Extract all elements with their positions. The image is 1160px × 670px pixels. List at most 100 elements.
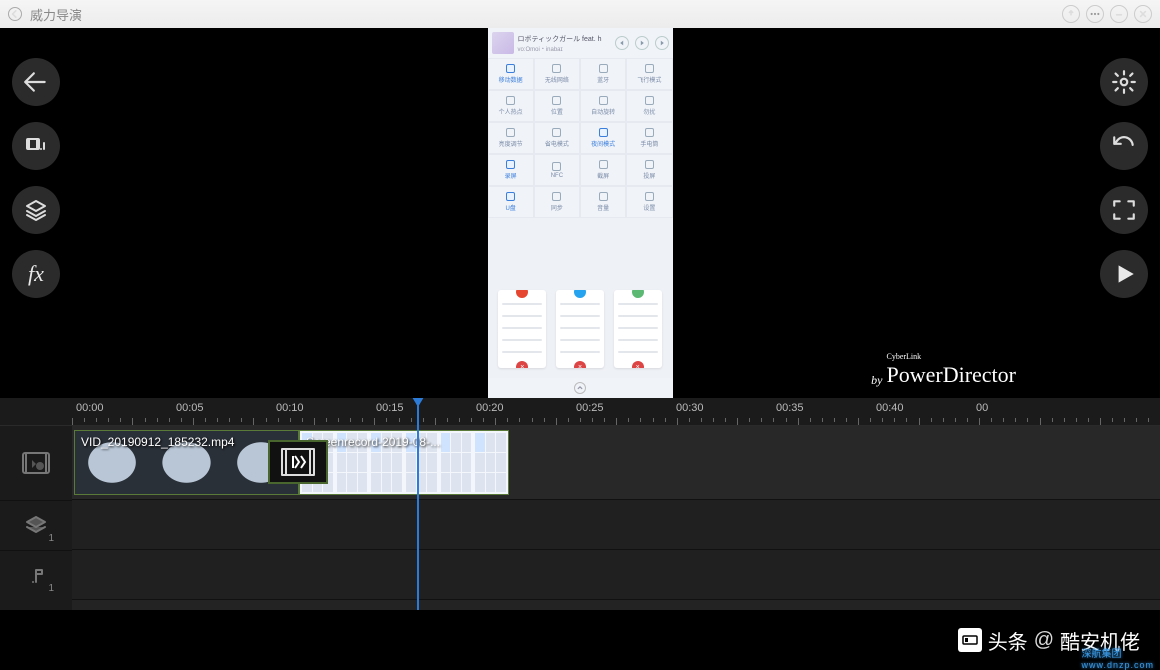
ruler-tick-label: 00:40 <box>876 402 904 414</box>
tile-icon <box>599 128 608 137</box>
quick-tile: U盘 <box>488 186 534 218</box>
tile-icon <box>552 192 561 201</box>
overlay-track-label[interactable]: 1 <box>0 500 72 550</box>
window-more-button[interactable] <box>1086 5 1104 23</box>
tile-label: 自动旋转 <box>591 107 615 116</box>
quick-tile: 设置 <box>626 186 672 218</box>
quick-tile: NFC <box>534 154 580 186</box>
prev-track-icon <box>615 36 629 50</box>
quick-tile: 位置 <box>534 90 580 122</box>
tile-label: 夜间模式 <box>591 139 615 148</box>
tile-label: 移动数据 <box>499 75 523 84</box>
tile-icon <box>645 96 654 105</box>
quick-tile: 同步 <box>534 186 580 218</box>
quick-tile: 手电筒 <box>626 122 672 154</box>
tile-icon <box>552 162 561 171</box>
timeline-clip[interactable]: VID_20190912_185232.mp4 <box>74 430 299 495</box>
quick-tile: 录屏 <box>488 154 534 186</box>
tile-icon <box>506 64 515 73</box>
tile-icon <box>645 128 654 137</box>
tile-label: 截屏 <box>597 171 609 180</box>
track-labels: 1 1 <box>0 398 72 610</box>
quick-tile: 截屏 <box>580 154 626 186</box>
settings-button[interactable] <box>1100 58 1148 106</box>
timeline-tracks[interactable]: 00:0000:0500:1000:1500:2000:2500:3000:35… <box>72 398 1160 610</box>
video-preview[interactable]: ロボティックガール feat. h vo:Omoi・inabaɪ 移动数据无线网… <box>72 28 1088 398</box>
tile-label: 设置 <box>643 203 655 212</box>
quick-tile: 移动数据 <box>488 58 534 90</box>
album-art-icon <box>492 32 514 54</box>
recent-app-card: × <box>498 290 546 368</box>
ruler-tick-label: 00:20 <box>476 402 504 414</box>
tile-icon <box>599 96 608 105</box>
quick-tile: 自动旋转 <box>580 90 626 122</box>
window-title: 威力导演 <box>30 5 1056 24</box>
video-track[interactable]: VID_20190912_185232.mp4Screenrecord-2019… <box>72 426 1160 500</box>
tile-label: 手电筒 <box>640 139 658 148</box>
window-pin-button[interactable] <box>1062 5 1080 23</box>
undo-button[interactable] <box>1100 122 1148 170</box>
recent-app-card: × <box>556 290 604 368</box>
back-button[interactable] <box>12 58 60 106</box>
window-minimize-button[interactable] <box>1110 5 1128 23</box>
right-toolbar <box>1088 28 1160 398</box>
tile-label: 音量 <box>597 203 609 212</box>
preview-frame-phone: ロボティックガール feat. h vo:Omoi・inabaɪ 移动数据无线网… <box>488 28 673 398</box>
quick-tile: 亮度调节 <box>488 122 534 154</box>
quick-tile: 夜间模式 <box>580 122 626 154</box>
tile-label: 投屏 <box>643 171 655 180</box>
quick-tile: 音量 <box>580 186 626 218</box>
quick-tile: 省电模式 <box>534 122 580 154</box>
toutiao-logo-icon <box>958 628 982 652</box>
tile-icon <box>645 192 654 201</box>
video-track-label[interactable] <box>0 426 72 500</box>
play-button[interactable] <box>1100 250 1148 298</box>
timeline-panel: 1 1 00:0000:0500:1000:1500:2000:2500:300… <box>0 398 1160 610</box>
tile-label: 亮度调节 <box>499 139 523 148</box>
window-close-button[interactable] <box>1134 5 1152 23</box>
tile-icon <box>506 192 515 201</box>
tile-label: 蓝牙 <box>597 75 609 84</box>
tile-label: 录屏 <box>505 171 517 180</box>
effects-button[interactable]: fx <box>12 250 60 298</box>
preview-watermark: by CyberLink PowerDirector <box>871 350 1016 388</box>
tile-icon <box>552 96 561 105</box>
overlay-track[interactable] <box>72 500 1160 550</box>
tile-label: NFC <box>551 173 563 179</box>
media-library-button[interactable] <box>12 122 60 170</box>
tile-icon <box>599 64 608 73</box>
fullscreen-button[interactable] <box>1100 186 1148 234</box>
quick-tile: 蓝牙 <box>580 58 626 90</box>
ruler-tick-label: 00:30 <box>676 402 704 414</box>
quick-tile: 勿扰 <box>626 90 672 122</box>
tile-icon <box>645 64 654 73</box>
close-app-icon: × <box>632 361 644 368</box>
timeline-clip[interactable]: Screenrecord-2019-08-... <box>299 430 509 495</box>
tile-label: 个人热点 <box>499 107 523 116</box>
layers-button[interactable] <box>12 186 60 234</box>
next-track-icon <box>655 36 669 50</box>
tile-icon <box>599 192 608 201</box>
ruler-tick-label: 00:25 <box>576 402 604 414</box>
tile-label: 省电模式 <box>545 139 569 148</box>
audio-track[interactable] <box>72 550 1160 600</box>
ruler-tick-label: 00:35 <box>776 402 804 414</box>
recent-apps-row: × × × <box>488 218 673 378</box>
audio-track-label[interactable]: 1 <box>0 550 72 600</box>
timeline-ruler[interactable]: 00:0000:0500:1000:1500:2000:2500:3000:35… <box>72 398 1160 426</box>
recent-app-card: × <box>614 290 662 368</box>
tile-label: 位置 <box>551 107 563 116</box>
close-app-icon: × <box>574 361 586 368</box>
transition-marker[interactable] <box>268 440 328 484</box>
titlebar-back-button[interactable] <box>8 7 22 21</box>
bottom-bar: 头条 @ 酷安机佬 深航集团 www.dnzp.com <box>0 610 1160 670</box>
preview-music-widget: ロボティックガール feat. h vo:Omoi・inabaɪ <box>488 28 673 58</box>
tile-icon <box>506 96 515 105</box>
play-track-icon <box>635 36 649 50</box>
tile-icon <box>506 160 515 169</box>
tile-label: U盘 <box>505 203 515 212</box>
tile-label: 同步 <box>551 203 563 212</box>
ruler-tick-label: 00:05 <box>176 402 204 414</box>
tile-icon <box>506 128 515 137</box>
ruler-tick-label: 00:00 <box>76 402 104 414</box>
